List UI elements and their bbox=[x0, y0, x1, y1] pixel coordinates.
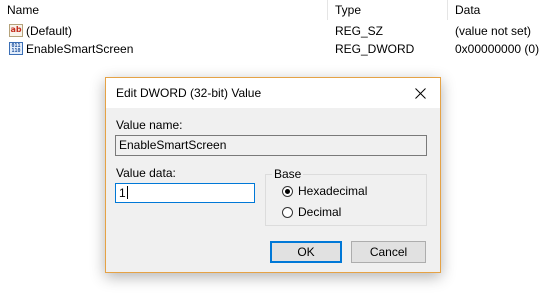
registry-row-name: EnableSmartScreen bbox=[26, 42, 134, 56]
base-groupbox: Base Hexadecimal Decimal bbox=[265, 167, 427, 226]
string-value-icon: ab bbox=[9, 24, 23, 37]
registry-row-name: (Default) bbox=[26, 24, 73, 38]
column-header-type[interactable]: Type bbox=[328, 0, 447, 20]
dialog-title: Edit DWORD (32-bit) Value bbox=[116, 86, 262, 100]
decimal-radio[interactable]: Decimal bbox=[282, 204, 341, 220]
hexadecimal-radio-label: Hexadecimal bbox=[298, 184, 368, 198]
text-caret bbox=[126, 186, 128, 199]
base-label: Base bbox=[272, 167, 304, 181]
registry-row-data: (value not set) bbox=[455, 24, 532, 38]
value-data-input[interactable]: 1 bbox=[115, 183, 255, 203]
decimal-radio-label: Decimal bbox=[298, 205, 342, 219]
column-header-data[interactable]: Data bbox=[448, 0, 547, 20]
close-button[interactable] bbox=[400, 78, 440, 108]
registry-row-type: REG_DWORD bbox=[335, 42, 415, 56]
column-header-name[interactable]: Name bbox=[0, 0, 327, 20]
registry-row-type: REG_SZ bbox=[335, 24, 384, 38]
registry-row-enablesmartscreen[interactable]: 011 110 EnableSmartScreen REG_DWORD 0x000… bbox=[0, 40, 547, 58]
dialog-titlebar[interactable]: Edit DWORD (32-bit) Value bbox=[106, 78, 440, 108]
value-name-field[interactable]: EnableSmartScreen bbox=[115, 135, 427, 156]
binary-value-icon: 011 110 bbox=[9, 42, 23, 55]
hexadecimal-radio[interactable]: Hexadecimal bbox=[282, 183, 367, 199]
radio-unselected-icon bbox=[282, 206, 293, 218]
registry-row-data: 0x00000000 (0) bbox=[455, 42, 540, 56]
cancel-button[interactable]: Cancel bbox=[351, 241, 426, 263]
ok-button[interactable]: OK bbox=[270, 241, 342, 263]
value-name-label: Value name: bbox=[116, 118, 183, 132]
value-data-text: 1 bbox=[119, 186, 126, 200]
registry-row-default[interactable]: ab (Default) REG_SZ (value not set) bbox=[0, 22, 547, 40]
close-icon bbox=[414, 87, 426, 99]
radio-selected-icon bbox=[282, 185, 293, 197]
value-data-label: Value data: bbox=[116, 166, 176, 180]
edit-dword-dialog: Edit DWORD (32-bit) Value Value name: En… bbox=[105, 77, 441, 273]
